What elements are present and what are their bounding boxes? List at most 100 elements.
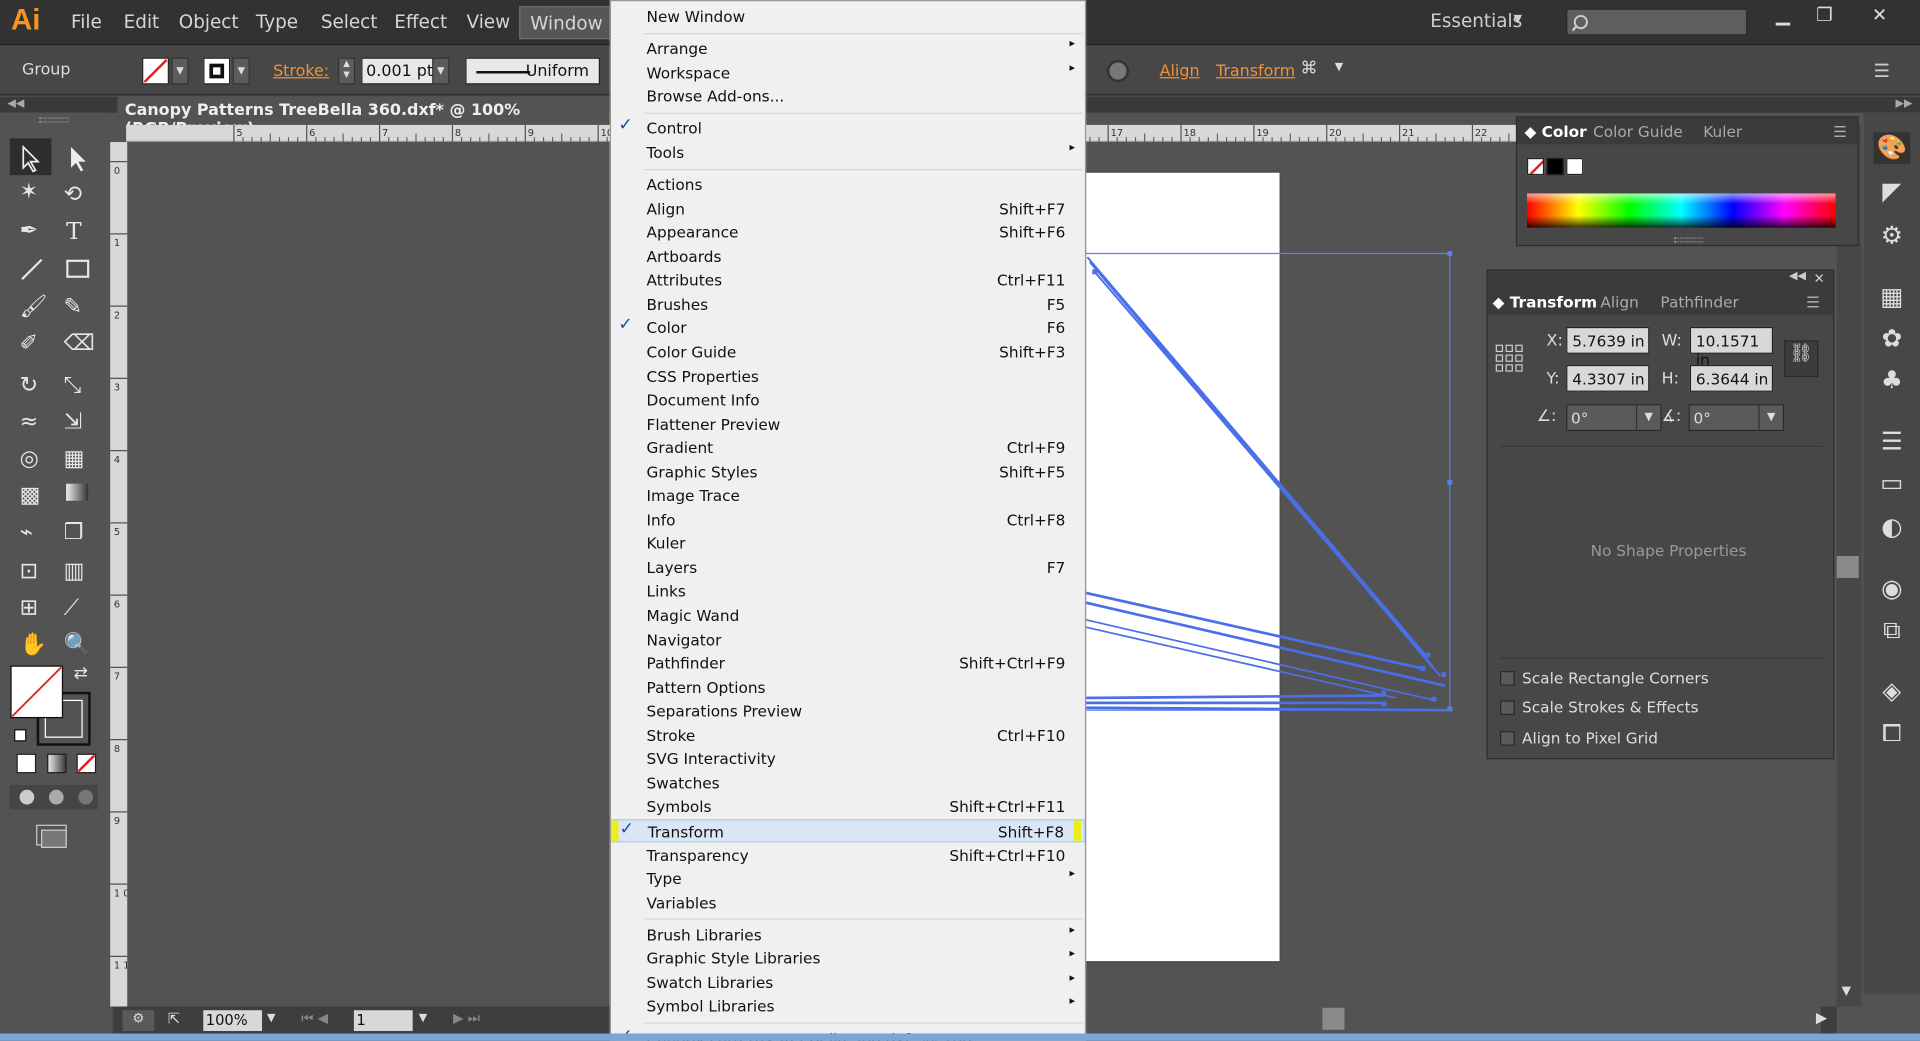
layers-icon[interactable]: ◈ <box>1873 676 1910 708</box>
export-icon[interactable]: ⇱ <box>168 1010 190 1031</box>
vertical-scrollbar[interactable]: ▲ ▼ <box>1836 124 1862 1007</box>
menu-item-arrange[interactable]: Arrange ▸ <box>611 37 1085 61</box>
graphic-styles-icon[interactable]: ⧉ <box>1873 615 1910 647</box>
stroke-icon[interactable]: ☰ <box>1873 426 1910 458</box>
close-panel-icon[interactable]: ✕ <box>1813 271 1824 287</box>
stroke-stepper[interactable]: ▲ ▼ <box>337 57 356 85</box>
chevron-down-icon[interactable]: ▼ <box>1335 61 1343 73</box>
menu-select[interactable]: Select <box>321 11 378 33</box>
fill-swatch[interactable] <box>142 57 169 85</box>
scroll-down-icon[interactable]: ▼ <box>1842 984 1851 997</box>
menu-item-swatches[interactable]: Swatches <box>611 771 1085 795</box>
menu-item-color[interactable]: ✓ Color F6 <box>611 315 1085 340</box>
menu-item-pathfinder[interactable]: Pathfinder Shift+Ctrl+F9 <box>611 652 1085 676</box>
grip-icon[interactable] <box>39 117 69 123</box>
menu-item-graphic-style-libraries[interactable]: Graphic Style Libraries ▸ <box>611 947 1085 971</box>
width-input[interactable]: 10.1571 in <box>1689 326 1774 369</box>
menu-item-kuler[interactable]: Kuler <box>611 532 1085 556</box>
page-input[interactable]: 1 <box>353 1010 413 1032</box>
restore-button[interactable]: ❐ <box>1806 4 1843 33</box>
menu-item-info[interactable]: Info Ctrl+F8 <box>611 508 1085 532</box>
menu-item-swatch-libraries[interactable]: Swatch Libraries ▸ <box>611 971 1085 995</box>
menu-item-gradient[interactable]: Gradient Ctrl+F9 <box>611 436 1085 460</box>
menu-type[interactable]: Type <box>256 11 298 33</box>
menu-item-navigator[interactable]: Navigator <box>611 628 1085 652</box>
menu-window[interactable]: Window <box>519 6 612 40</box>
panel-menu-icon[interactable]: ☰ <box>1806 293 1820 311</box>
x-input[interactable]: 5.7639 in <box>1566 326 1650 354</box>
menu-effect[interactable]: Effect <box>394 11 447 33</box>
artboard-nav-icon[interactable]: ⚙ <box>122 1010 155 1032</box>
scale-strokes-effects-checkbox[interactable] <box>1500 700 1515 716</box>
artboards-icon[interactable]: ⧠ <box>1873 718 1910 750</box>
menu-item-artboards[interactable]: Artboards <box>611 245 1085 269</box>
panel-menu-icon[interactable]: ☰ <box>1833 122 1847 140</box>
scroll-right-icon[interactable]: ▶ <box>1816 1009 1827 1026</box>
stroke-weight-dropdown[interactable]: ▼ <box>432 57 450 85</box>
align-link[interactable]: Align <box>1160 62 1200 80</box>
menu-item-actions[interactable]: Actions <box>611 173 1085 197</box>
menu-item-browse-add-ons[interactable]: Browse Add-ons... <box>611 85 1085 109</box>
menu-item-attributes[interactable]: Attributes Ctrl+F11 <box>611 269 1085 293</box>
menu-item-layers[interactable]: Layers F7 <box>611 556 1085 580</box>
transparency-icon[interactable]: ◐ <box>1873 512 1910 544</box>
minimize-button[interactable]: ▁ <box>1765 4 1802 33</box>
black-swatch[interactable] <box>1546 157 1564 176</box>
appearance-icon[interactable]: ◉ <box>1873 573 1910 605</box>
selected-artwork[interactable] <box>1078 245 1458 723</box>
resize-grip-icon[interactable] <box>1673 237 1704 243</box>
tab-color-guide[interactable]: Color Guide <box>1593 122 1683 140</box>
menu-item-appearance[interactable]: Appearance Shift+F6 <box>611 221 1085 245</box>
menu-item-stroke[interactable]: Stroke Ctrl+F10 <box>611 723 1085 747</box>
color-guide-icon[interactable]: ◤ <box>1873 176 1910 208</box>
menu-item-pattern-options[interactable]: Pattern Options <box>611 675 1085 699</box>
menu-item-flattener-preview[interactable]: Flattener Preview <box>611 412 1085 436</box>
menu-file[interactable]: File <box>71 11 102 33</box>
tab-align[interactable]: Align <box>1600 293 1638 311</box>
recolor-icon[interactable] <box>1106 60 1129 83</box>
menu-item-image-trace[interactable]: Image Trace <box>611 484 1085 508</box>
menu-item-symbols[interactable]: Symbols Shift+Ctrl+F11 <box>611 795 1085 819</box>
next-page-icon[interactable]: ▶ ⏭ <box>453 1010 480 1027</box>
menu-item-transform[interactable]: ✓ Transform Shift+F8 <box>611 819 1085 843</box>
fill-dropdown[interactable]: ▼ <box>171 57 189 85</box>
menu-item-workspace[interactable]: Workspace ▸ <box>611 61 1085 85</box>
chevron-down-icon[interactable]: ▼ <box>419 1013 427 1025</box>
collapse-right-icon[interactable]: ▶▶ <box>1896 98 1913 110</box>
menu-item-separations-preview[interactable]: Separations Preview <box>611 699 1085 723</box>
menu-item-control[interactable]: ✓ Control <box>611 116 1085 141</box>
menu-item-align[interactable]: Align Shift+F7 <box>611 197 1085 221</box>
chevron-down-icon[interactable]: ▼ <box>267 1013 275 1025</box>
menu-item-magic-wand[interactable]: Magic Wand <box>611 604 1085 628</box>
shear-select[interactable]: 0° ▼ <box>1688 404 1785 432</box>
white-swatch[interactable] <box>1566 157 1584 176</box>
menu-item-color-guide[interactable]: Color Guide Shift+F3 <box>611 340 1085 364</box>
transform-link[interactable]: Transform <box>1216 62 1295 80</box>
search-input[interactable] <box>1566 8 1748 36</box>
menu-item-tools[interactable]: Tools ▸ <box>611 141 1085 165</box>
stroke-label-link[interactable]: Stroke: <box>273 62 329 80</box>
tab-pathfinder[interactable]: Pathfinder <box>1660 293 1738 311</box>
close-button[interactable]: ✕ <box>1861 4 1898 33</box>
gradient-icon[interactable]: ▭ <box>1873 468 1910 500</box>
menu-item-brush-libraries[interactable]: Brush Libraries ▸ <box>611 923 1085 947</box>
scroll-thumb[interactable] <box>1322 1007 1345 1030</box>
menu-object[interactable]: Object <box>179 11 239 33</box>
first-page-icon[interactable]: ⏮ ◀ <box>301 1010 328 1027</box>
menu-item-symbol-libraries[interactable]: Symbol Libraries ▸ <box>611 995 1085 1019</box>
brushes-icon[interactable]: ✿ <box>1873 323 1910 355</box>
collapse-left-icon[interactable]: ◀◀ <box>7 98 24 110</box>
tab-color[interactable]: ◆ Color <box>1525 122 1587 140</box>
color-panel-icon[interactable]: 🎨 <box>1873 132 1911 165</box>
swatches-icon[interactable]: ▦ <box>1873 282 1910 314</box>
menu-item-graphic-styles[interactable]: Graphic Styles Shift+F5 <box>611 460 1085 484</box>
menu-item-links[interactable]: Links <box>611 580 1085 604</box>
stroke-profile-select[interactable]: Uniform <box>465 57 601 85</box>
zoom-input[interactable]: 100% <box>203 1010 263 1032</box>
horizontal-scrollbar[interactable] <box>1086 1006 1821 1034</box>
collapse-panel-icon[interactable]: ◀◀ <box>1789 271 1806 283</box>
symbols-icon[interactable]: ♣ <box>1873 365 1910 397</box>
panel-menu-icon[interactable]: ☰ <box>1873 60 1889 82</box>
reference-point-icon[interactable] <box>1495 344 1524 373</box>
stroke-weight-input[interactable]: 0.001 pt <box>361 57 435 85</box>
